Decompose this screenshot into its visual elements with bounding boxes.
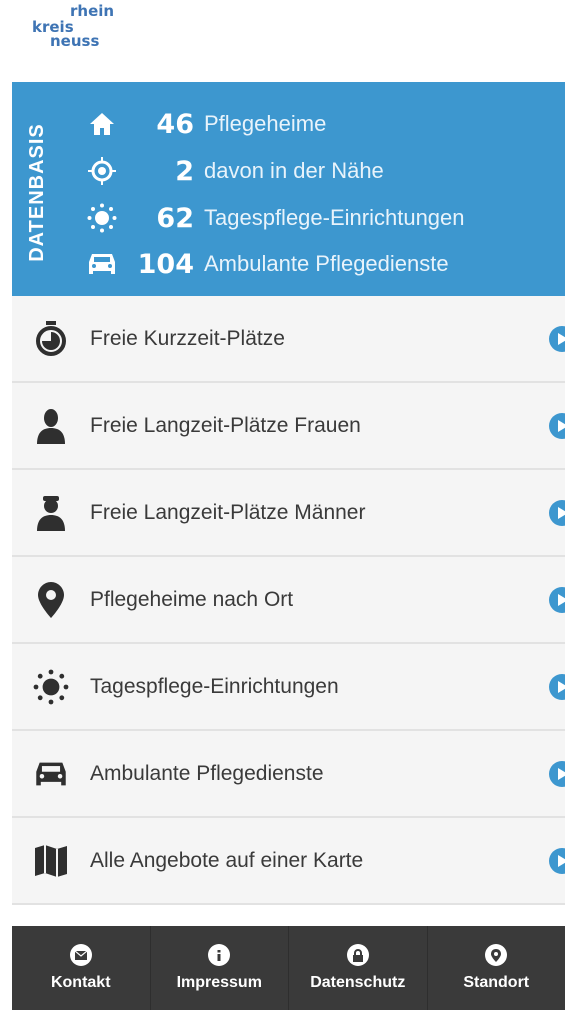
datenbasis-label-wrap: DATENBASIS	[20, 117, 54, 267]
menu-item-langzeit-maenner[interactable]: Freie Langzeit-Plätze Männer	[12, 470, 565, 557]
nav-label: Kontakt	[50, 974, 111, 991]
chevron-right-icon[interactable]	[549, 761, 565, 787]
bottom-navigation: Kontakt Impressum Datenschutz Standort	[12, 926, 565, 1010]
menu-item-label: Freie Kurzzeit-Plätze	[90, 326, 285, 350]
main-menu: Freie Kurzzeit-Plätze Freie Langzeit-Plä…	[12, 296, 565, 905]
stat-row-naehe: 2 davon in der Nähe	[82, 151, 384, 191]
stat-label: Pflegeheime	[204, 111, 327, 136]
lock-icon	[346, 944, 369, 966]
menu-item-label: Ambulante Pflegedienste	[90, 761, 324, 785]
stat-value: 2	[175, 155, 194, 187]
nav-label: Standort	[463, 974, 530, 991]
logo-text-neuss: neuss	[50, 32, 100, 50]
envelope-icon	[69, 944, 92, 966]
nav-standort[interactable]: Standort	[428, 926, 565, 1010]
stat-row-pflegeheime: 46 Pflegeheime	[82, 104, 326, 144]
map-pin-icon	[12, 581, 90, 618]
map-icon	[12, 844, 90, 878]
target-icon	[82, 157, 122, 185]
menu-item-kurzzeit[interactable]: Freie Kurzzeit-Plätze	[12, 296, 565, 383]
chevron-right-icon[interactable]	[549, 587, 565, 613]
sun-icon	[12, 669, 90, 705]
stat-label: Tagespflege-Einrichtungen	[204, 205, 465, 230]
chevron-right-icon[interactable]	[549, 848, 565, 874]
menu-item-ambulant[interactable]: Ambulante Pflegedienste	[12, 731, 565, 818]
stopwatch-icon	[12, 320, 90, 357]
stat-row-tagespflege: 62 Tagespflege-Einrichtungen	[82, 198, 465, 238]
nav-kontakt[interactable]: Kontakt	[12, 926, 151, 1010]
menu-item-label: Pflegeheime nach Ort	[90, 587, 294, 611]
stat-value: 46	[156, 108, 194, 140]
stat-value: 62	[156, 202, 194, 234]
datenbasis-label: DATENBASIS	[25, 122, 48, 262]
nav-impressum[interactable]: Impressum	[151, 926, 289, 1010]
stat-label: Ambulante Pflegedienste	[204, 251, 449, 276]
chevron-right-icon[interactable]	[549, 500, 565, 526]
menu-item-langzeit-frauen[interactable]: Freie Langzeit-Plätze Frauen	[12, 383, 565, 470]
location-icon	[485, 944, 508, 966]
menu-item-nach-ort[interactable]: Pflegeheime nach Ort	[12, 557, 565, 644]
menu-item-label: Alle Angebote auf einer Karte	[90, 848, 364, 872]
stat-row-ambulant: 104 Ambulante Pflegedienste	[82, 244, 449, 284]
menu-item-tagespflege[interactable]: Tagespflege-Einrichtungen	[12, 644, 565, 731]
rhein-kreis-neuss-logo: rhein kreis neuss	[32, 4, 122, 70]
menu-item-label: Freie Langzeit-Plätze Männer	[90, 500, 366, 524]
woman-icon	[12, 408, 90, 444]
logo-text-rhein: rhein	[70, 2, 115, 20]
menu-item-label: Freie Langzeit-Plätze Frauen	[90, 413, 361, 437]
home-icon	[82, 112, 122, 136]
man-icon	[12, 495, 90, 531]
nav-datenschutz[interactable]: Datenschutz	[289, 926, 428, 1010]
sun-icon	[82, 203, 122, 233]
stat-label: davon in der Nähe	[204, 158, 384, 183]
menu-item-label: Tagespflege-Einrichtungen	[90, 674, 339, 698]
datenbasis-panel: DATENBASIS 46 Pflegeheime 2 davon in der…	[12, 82, 565, 296]
car-icon	[12, 759, 90, 789]
nav-label: Impressum	[176, 974, 262, 991]
chevron-right-icon[interactable]	[549, 674, 565, 700]
stat-value: 104	[137, 248, 194, 280]
info-icon	[208, 944, 231, 966]
chevron-right-icon[interactable]	[549, 413, 565, 439]
menu-item-karte[interactable]: Alle Angebote auf einer Karte	[12, 818, 565, 905]
chevron-right-icon[interactable]	[549, 326, 565, 352]
nav-label: Datenschutz	[310, 974, 406, 991]
car-icon	[82, 251, 122, 277]
